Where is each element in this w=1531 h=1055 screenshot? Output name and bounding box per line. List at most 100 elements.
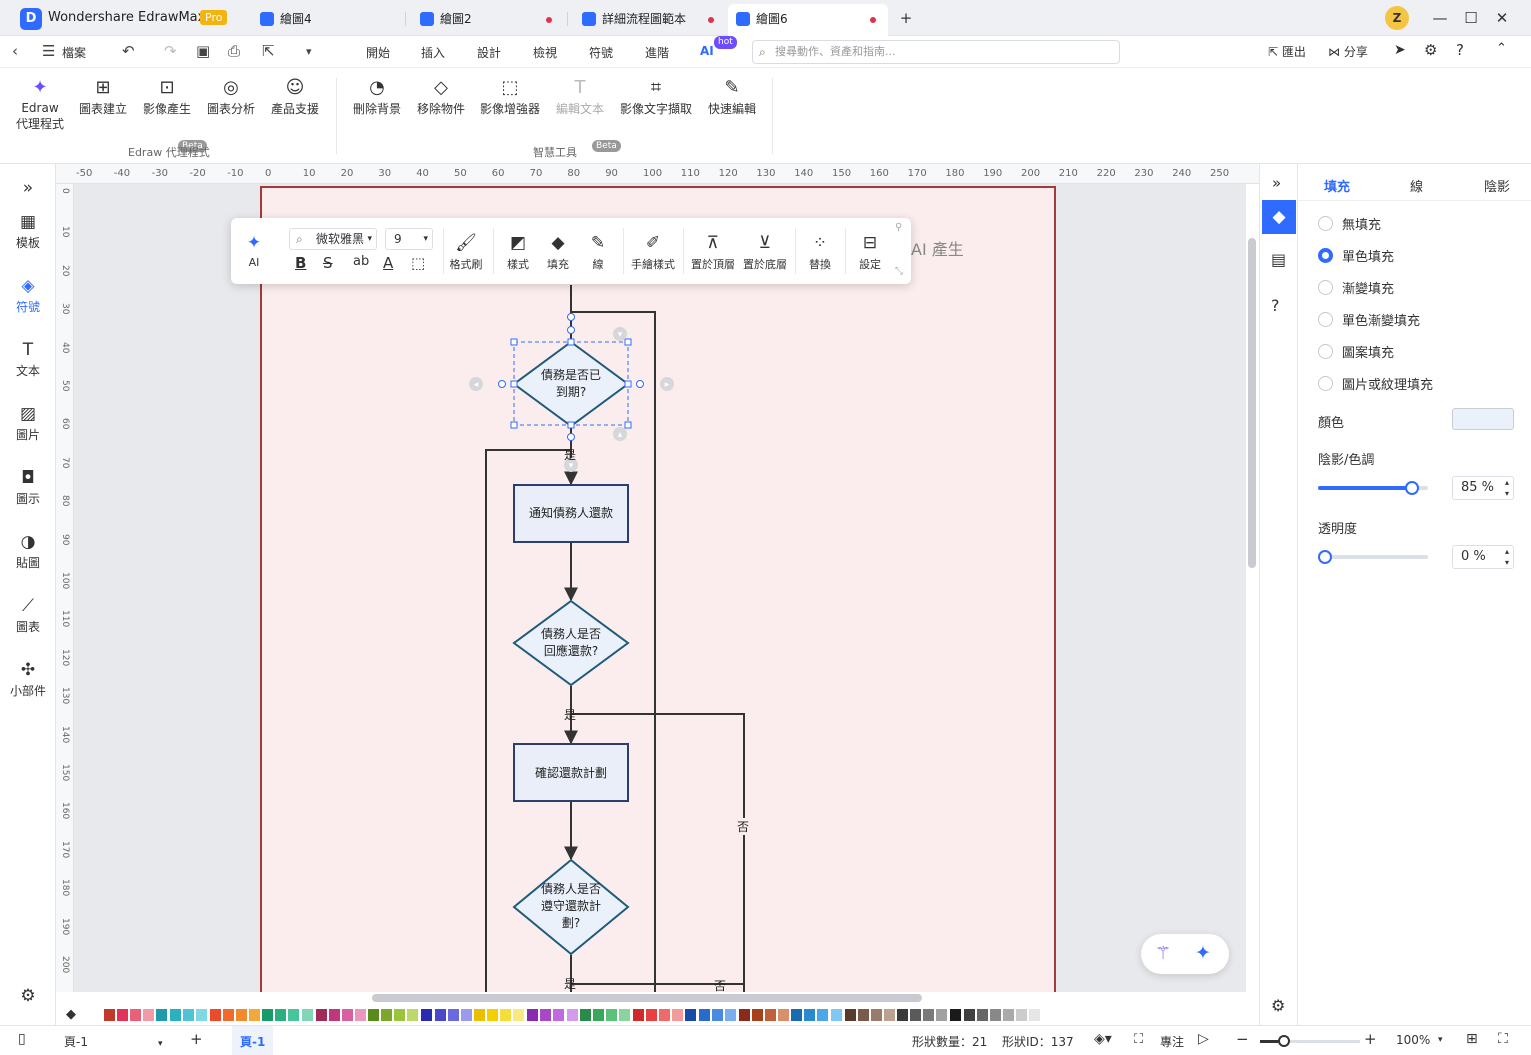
color-swatch[interactable] (778, 1009, 790, 1021)
color-swatch[interactable] (169, 1009, 181, 1021)
node-text-5[interactable]: 債務人是否 遵守還款計 劃? (514, 881, 628, 932)
radio-solid-fill[interactable]: 單色填充 (1318, 246, 1394, 265)
color-swatch[interactable] (685, 1009, 697, 1021)
color-swatch[interactable] (341, 1009, 353, 1021)
color-swatch[interactable] (394, 1009, 406, 1021)
font-color-icon[interactable]: A (383, 254, 393, 272)
color-swatch[interactable] (804, 1009, 816, 1021)
fill-panel-icon[interactable]: ◆ (1262, 200, 1296, 234)
color-swatch[interactable] (117, 1009, 129, 1021)
font-select[interactable]: ⌕ 微软雅黑 ▾ (289, 228, 377, 250)
color-swatch[interactable] (354, 1009, 366, 1021)
color-swatch[interactable] (182, 1009, 194, 1021)
color-swatch[interactable] (553, 1009, 565, 1021)
color-swatch[interactable] (249, 1009, 261, 1021)
send-back-button[interactable]: ⊻ 置於底層 (741, 230, 789, 272)
tab-line[interactable]: 線 (1410, 176, 1423, 195)
settings-button[interactable]: ⊟ 設定 (855, 230, 885, 272)
color-swatch[interactable] (500, 1009, 511, 1021)
transparency-input[interactable]: 0 % ▴ ▾ (1452, 545, 1514, 569)
layers-icon[interactable]: ◈▾ (1094, 1031, 1112, 1047)
sparkle-icon[interactable]: ✦ (1195, 942, 1211, 964)
color-swatch[interactable] (262, 1009, 274, 1021)
color-swatch[interactable] (1015, 1009, 1027, 1021)
bold-icon[interactable]: B (295, 254, 306, 272)
color-swatch[interactable] (301, 1009, 313, 1021)
book-view-icon[interactable]: ⊞ (1466, 1031, 1478, 1047)
magic-wand-icon[interactable]: ⚚ (1155, 943, 1171, 964)
color-swatch[interactable] (646, 1009, 658, 1021)
fill-button[interactable]: ◆ 填充 (543, 230, 573, 272)
color-swatch[interactable] (104, 1009, 115, 1021)
color-swatch[interactable] (618, 1009, 630, 1021)
collapse-panel-icon[interactable]: » (1272, 174, 1281, 192)
color-swatch[interactable] (486, 1009, 498, 1021)
vertical-scrollbar[interactable] (1248, 238, 1256, 568)
bring-front-button[interactable]: ⊼ 置於頂層 (689, 230, 737, 272)
color-swatch[interactable] (328, 1009, 340, 1021)
color-swatch[interactable] (368, 1009, 379, 1021)
color-swatch[interactable] (724, 1009, 736, 1021)
color-swatch[interactable] (315, 1009, 327, 1021)
zoom-out-icon[interactable]: − (1236, 1030, 1249, 1048)
color-swatch[interactable] (844, 1009, 856, 1021)
tab-fill[interactable]: 填充 (1324, 176, 1350, 195)
add-page-icon[interactable]: + (190, 1030, 203, 1048)
color-swatch[interactable] (870, 1009, 882, 1021)
color-picker[interactable] (1452, 408, 1514, 430)
resize-icon[interactable]: ⤡ (895, 266, 903, 277)
replace-button[interactable]: ⁘ 替換 (805, 230, 835, 272)
case-icon[interactable]: ab (353, 254, 369, 269)
color-swatch[interactable] (923, 1009, 935, 1021)
color-swatch[interactable] (672, 1009, 684, 1021)
color-swatch[interactable] (659, 1009, 671, 1021)
gear-icon[interactable]: ⚙ (1271, 996, 1285, 1015)
color-swatch[interactable] (209, 1009, 221, 1021)
color-swatch[interactable] (381, 1009, 393, 1021)
fullscreen-icon[interactable]: ⛶ (1498, 1031, 1508, 1047)
hand-drawn-button[interactable]: ✐ 手繪樣式 (629, 230, 677, 272)
page-panel-icon[interactable]: ▤ (1271, 250, 1286, 269)
color-swatch[interactable] (513, 1009, 525, 1021)
focus-mode-button[interactable]: 專注 (1160, 1033, 1184, 1050)
color-swatch[interactable] (447, 1009, 459, 1021)
page-select[interactable]: 頁-1 ▾ (64, 1033, 163, 1050)
tab-shadow[interactable]: 陰影 (1484, 176, 1510, 195)
color-swatch[interactable] (989, 1009, 1001, 1021)
radio-pattern-fill[interactable]: 圖案填充 (1318, 342, 1394, 361)
color-swatch[interactable] (765, 1009, 776, 1021)
strikethrough-icon[interactable]: S (323, 254, 333, 272)
shade-slider-handle[interactable] (1404, 481, 1419, 495)
zoom-slider-handle[interactable] (1278, 1035, 1290, 1047)
fill-bucket-icon[interactable]: ◆ (66, 1007, 76, 1022)
color-swatch[interactable] (910, 1009, 922, 1021)
color-swatch[interactable] (633, 1009, 644, 1021)
node-text-4[interactable]: 確認還款計劃 (514, 765, 628, 782)
color-swatch[interactable] (460, 1009, 472, 1021)
color-swatch[interactable] (156, 1009, 168, 1021)
stepper-icon[interactable]: ▴ ▾ (1505, 546, 1509, 568)
color-swatch[interactable] (275, 1009, 287, 1021)
ai-button[interactable]: ✦ AI (239, 230, 269, 269)
color-swatch[interactable] (897, 1009, 908, 1021)
node-text-3[interactable]: 債務人是否 回應還款? (514, 626, 628, 660)
radio-mono-gradient-fill[interactable]: 單色漸變填充 (1318, 310, 1420, 329)
horizontal-scrollbar[interactable] (372, 994, 922, 1002)
color-swatch[interactable] (473, 1009, 485, 1021)
color-swatch[interactable] (1029, 1009, 1040, 1021)
line-button[interactable]: ✎ 線 (583, 230, 613, 272)
format-painter-button[interactable]: 🖌 格式刷 (447, 230, 485, 272)
page-tab[interactable]: 頁-1 (232, 1026, 274, 1055)
color-swatch[interactable] (143, 1009, 155, 1021)
color-swatch[interactable] (527, 1009, 539, 1021)
color-swatch[interactable] (222, 1009, 234, 1021)
radio-gradient-fill[interactable]: 漸變填充 (1318, 278, 1394, 297)
color-swatch[interactable] (605, 1009, 617, 1021)
color-swatch[interactable] (540, 1009, 552, 1021)
transparency-slider[interactable] (1318, 555, 1428, 559)
color-swatch[interactable] (579, 1009, 591, 1021)
color-swatch[interactable] (857, 1009, 869, 1021)
color-swatch[interactable] (950, 1009, 962, 1021)
color-swatch[interactable] (936, 1009, 948, 1021)
font-size-select[interactable]: 9 ▾ (385, 228, 433, 250)
